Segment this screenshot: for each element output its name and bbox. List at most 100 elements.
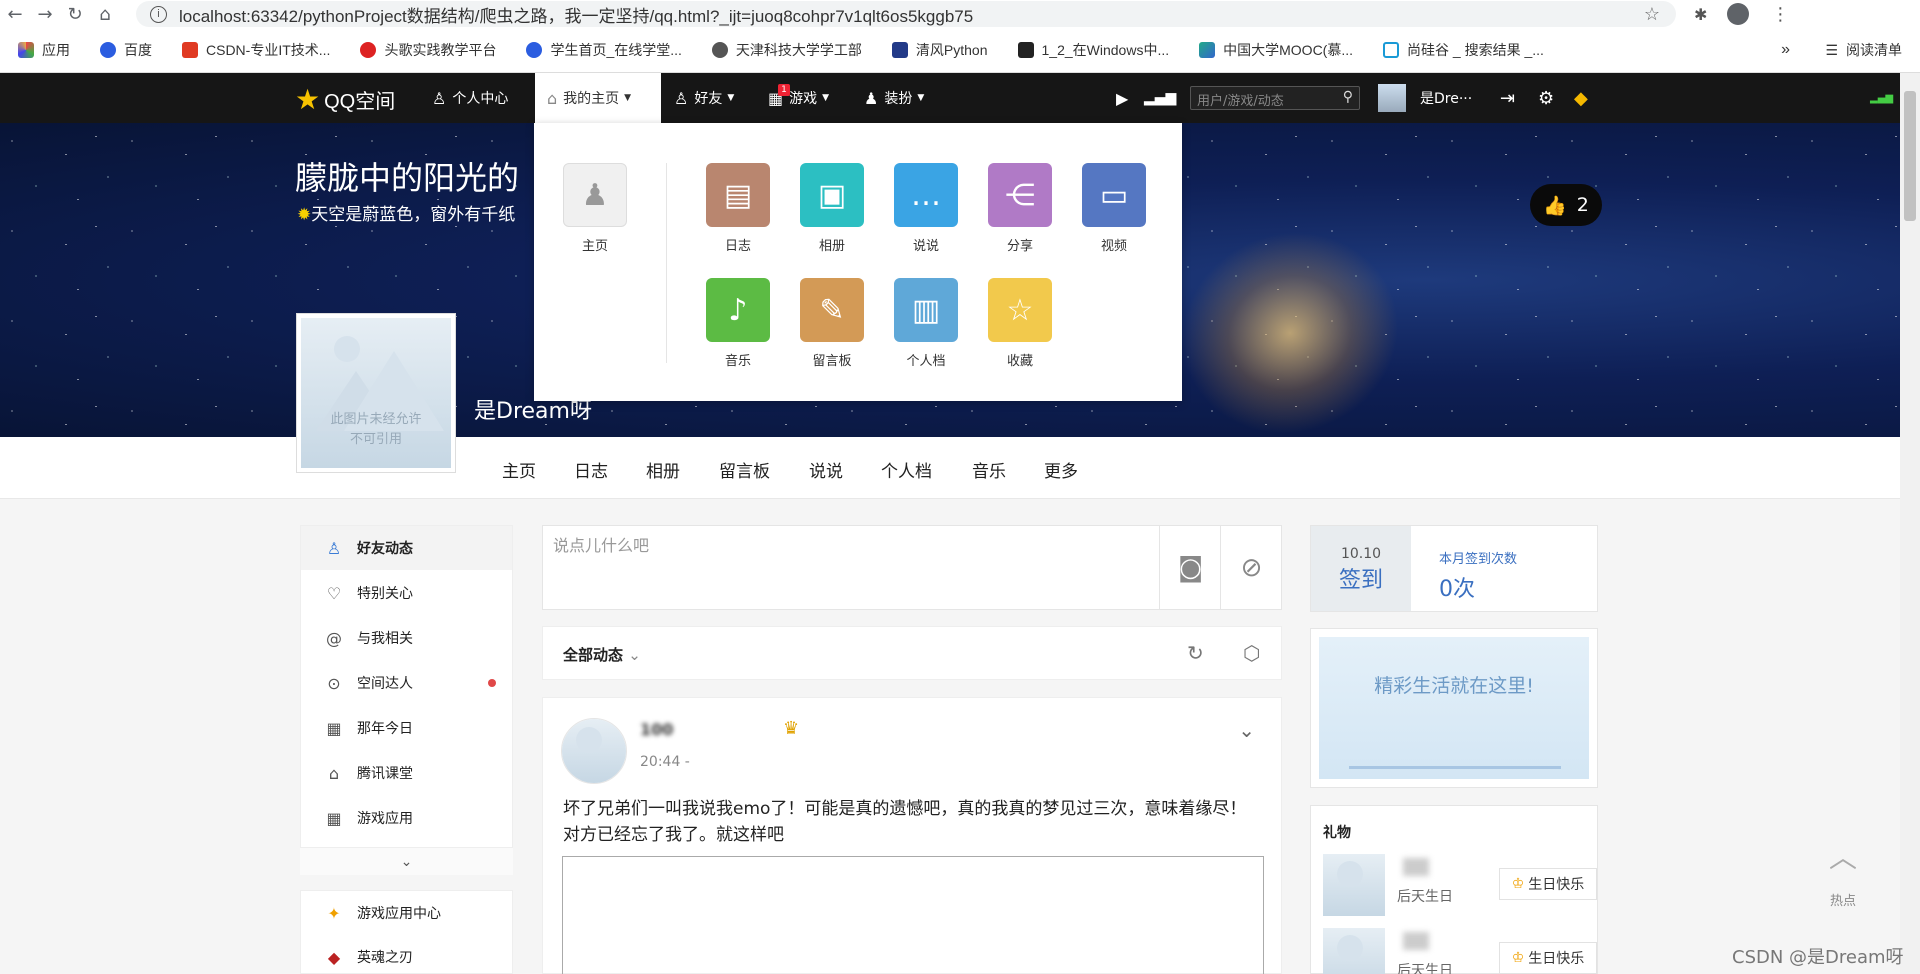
chevron-down-icon[interactable]: ⌄ <box>1238 718 1255 742</box>
dropdown-album[interactable]: ▣ 相册 <box>797 163 867 254</box>
hot-button[interactable]: ︿ 热点 <box>1814 828 1872 918</box>
like-button[interactable]: 👍 2 <box>1530 184 1602 226</box>
settings-hex-icon[interactable]: ⬡ <box>1243 641 1260 665</box>
camera-icon[interactable]: ◙ <box>1159 526 1221 609</box>
address-bar[interactable]: i localhost:63342/pythonProject数据结构/爬虫之路… <box>136 1 1676 27</box>
checkin-button[interactable]: 10.10 签到 <box>1311 526 1411 611</box>
profile-card-icon: ▥ <box>894 278 958 342</box>
sidebar-item-friend-feed[interactable]: ♙ 好友动态 <box>301 526 512 570</box>
nav-decorate[interactable]: ♟ 装扮 ▼ <box>864 73 924 123</box>
extensions-icon[interactable]: ✱ <box>1694 5 1707 24</box>
friend-avatar[interactable] <box>1323 928 1385 974</box>
user-name[interactable]: 是Dre··· <box>1420 73 1472 123</box>
search-input[interactable]: 用户/游戏/动态 ⚲ <box>1190 86 1360 110</box>
mooc-icon <box>1199 42 1216 58</box>
feed-post: 100 ♛ 20:44 - ⌄ 坏了兄弟们一叫我说我emo了！可能是真的遗憾吧，… <box>542 697 1282 974</box>
dropdown-share[interactable]: ⋲ 分享 <box>985 163 1055 254</box>
menu-icon[interactable]: ⋮ <box>1771 4 1789 25</box>
tab-music[interactable]: 音乐 <box>972 457 1006 482</box>
user-avatar[interactable] <box>1378 84 1406 112</box>
nav-my-home[interactable]: ⌂ 我的主页 ▼ <box>535 73 661 123</box>
bookmark-baidu[interactable]: 百度 <box>100 40 152 60</box>
sidebar-item-hero-blade[interactable]: ◆ 英魂之刃 <box>301 935 512 974</box>
friend-avatar[interactable] <box>1323 854 1385 916</box>
friend-name-blurred <box>1403 858 1429 876</box>
dropdown-home[interactable]: ♟ 主页 <box>560 163 630 254</box>
poster-avatar[interactable] <box>561 718 627 784</box>
dropdown-music[interactable]: ♪ 音乐 <box>703 278 773 369</box>
dropdown-message-board[interactable]: ✎ 留言板 <box>797 278 867 369</box>
tab-shuoshuo[interactable]: 说说 <box>809 457 843 482</box>
feed-filter-dropdown[interactable]: 全部动态 ⌄ <box>563 644 641 665</box>
profile-icon[interactable] <box>1727 3 1750 25</box>
tab-album[interactable]: 相册 <box>646 457 680 482</box>
book-icon <box>1017 42 1034 58</box>
sidebar-item-space-star[interactable]: ⊙ 空间达人 <box>301 661 512 705</box>
bookmark-toutiao[interactable]: 头歌实践教学平台 <box>360 40 496 60</box>
post-composer[interactable]: 说点儿什么吧 ◙ ⊘ <box>542 525 1282 610</box>
diamond-icon[interactable]: ◆ <box>1574 73 1588 123</box>
dropdown-blog[interactable]: ▤ 日志 <box>703 163 773 254</box>
page-scrollbar[interactable] <box>1900 73 1920 974</box>
bookmark-xuetang[interactable]: 学生首页_在线学堂... <box>526 40 682 60</box>
poster-name[interactable]: 100 <box>640 720 673 739</box>
qzone-logo[interactable]: ★ QQ空间 <box>295 83 395 116</box>
nav-personal-center[interactable]: ♙ 个人中心 <box>432 73 508 123</box>
sidebar-item-tencent-class[interactable]: ⌂ 腾讯课堂 <box>301 751 512 795</box>
search-icon[interactable]: ⚲ <box>1343 89 1353 105</box>
tab-blog[interactable]: 日志 <box>574 457 608 482</box>
tab-message-board[interactable]: 留言板 <box>719 457 770 482</box>
attachment-icon[interactable]: ⊘ <box>1220 526 1282 609</box>
tab-profile[interactable]: 个人档 <box>881 457 932 482</box>
dropdown-profile[interactable]: ▥ 个人档 <box>891 278 961 369</box>
reload-icon[interactable]: ↻ <box>60 4 90 25</box>
nav-friends[interactable]: ♙ 好友 ▼ <box>674 73 734 123</box>
refresh-icon[interactable]: ↻ <box>1187 641 1204 665</box>
dropdown-shuoshuo[interactable]: … 说说 <box>891 163 961 254</box>
birthday-gift-button[interactable]: ♔ 生日快乐 <box>1499 942 1597 974</box>
play-icon[interactable]: ▶ <box>1116 73 1128 123</box>
bookmark-tust[interactable]: 天津科技大学学工部 <box>711 40 862 60</box>
sidebar-label: 那年今日 <box>357 721 413 737</box>
star-logo-icon: ★ <box>295 84 321 115</box>
sidebar-expand-button[interactable]: ⌄ <box>300 847 513 875</box>
more-bookmarks-icon[interactable]: » <box>1781 41 1790 59</box>
bookmark-star-icon[interactable]: ☆ <box>1644 4 1660 25</box>
home-icon[interactable]: ⌂ <box>90 4 120 25</box>
promo-banner[interactable]: 精彩生活就在这里! <box>1310 628 1598 788</box>
bookmark-apps[interactable]: 应用 <box>18 40 70 60</box>
logout-icon[interactable]: ⇥ <box>1500 73 1515 123</box>
reading-list-icon: ☰ <box>1825 41 1838 58</box>
bookmark-csdn[interactable]: CSDN-专业IT技术... <box>182 40 330 60</box>
sidebar-item-on-this-day[interactable]: ▦ 那年今日 <box>301 706 512 750</box>
bookmark-qingfeng[interactable]: 清风Python <box>891 40 988 60</box>
tab-home[interactable]: 主页 <box>502 457 536 482</box>
nav-label: 游戏 <box>789 91 818 107</box>
broken-image[interactable] <box>562 856 1264 974</box>
sidebar-item-special-care[interactable]: ♡ 特别关心 <box>301 571 512 615</box>
checkin-label: 签到 <box>1338 568 1383 593</box>
info-icon[interactable]: i <box>150 5 167 23</box>
sidebar-item-game-apps[interactable]: ▦ 游戏应用 <box>301 796 512 840</box>
sidebar-label: 英魂之刃 <box>357 950 413 966</box>
dropdown-favorites[interactable]: ☆ 收藏 <box>985 278 1055 369</box>
back-icon[interactable]: ← <box>0 4 30 25</box>
bookmark-atguigu[interactable]: 尚硅谷 _ 搜索结果 _... <box>1383 40 1544 60</box>
tab-more[interactable]: 更多 <box>1044 457 1078 482</box>
bookmark-mooc[interactable]: 中国大学MOOC(慕... <box>1199 40 1353 60</box>
bookmark-windows[interactable]: 1_2_在Windows中... <box>1017 40 1169 60</box>
gifts-widget: 礼物 后天生日 ♔ 生日快乐 后天生日 ♔ 生日快乐 <box>1310 805 1598 974</box>
house-icon: ⌂ <box>547 88 558 108</box>
sidebar-item-game-center[interactable]: ✦ 游戏应用中心 <box>301 891 512 935</box>
gear-icon[interactable]: ⚙ <box>1538 73 1554 123</box>
signal-icon[interactable]: ▂▄▆ <box>1144 73 1176 123</box>
sidebar-item-related[interactable]: @ 与我相关 <box>301 616 512 660</box>
scrollbar-thumb[interactable] <box>1904 91 1916 221</box>
birthday-gift-button[interactable]: ♔ 生日快乐 <box>1499 868 1597 900</box>
dropdown-video[interactable]: ▭ 视频 <box>1079 163 1149 254</box>
nav-games[interactable]: ▦ 游戏 ▼ <box>768 73 829 123</box>
video-icon: ▭ <box>1082 163 1146 227</box>
profile-avatar[interactable]: 此图片未经允许 不可引用 <box>296 313 456 473</box>
forward-icon[interactable]: → <box>30 4 60 25</box>
reading-list[interactable]: ☰ 阅读清单 <box>1825 40 1902 60</box>
